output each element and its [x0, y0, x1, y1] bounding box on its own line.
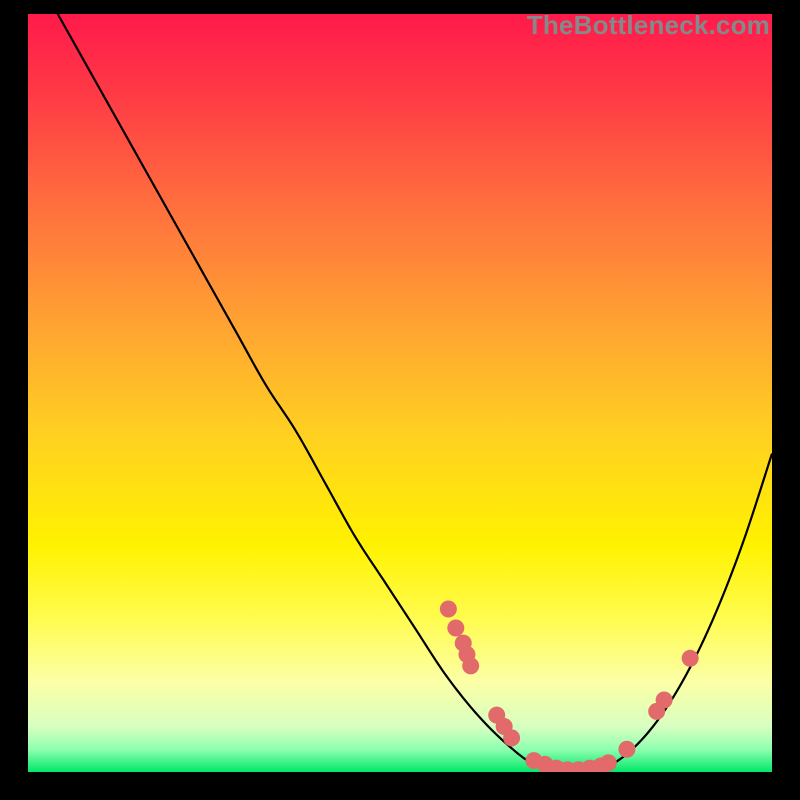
chart-frame: TheBottleneck.com — [28, 14, 772, 772]
data-point — [682, 650, 699, 667]
data-point — [462, 657, 479, 674]
data-point — [600, 754, 617, 771]
gradient-background — [28, 14, 772, 772]
watermark-text: TheBottleneck.com — [527, 10, 770, 41]
data-point — [656, 691, 673, 708]
chart-svg — [28, 14, 772, 772]
data-point — [447, 619, 464, 636]
data-point — [440, 601, 457, 618]
data-point — [503, 729, 520, 746]
data-point — [618, 741, 635, 758]
